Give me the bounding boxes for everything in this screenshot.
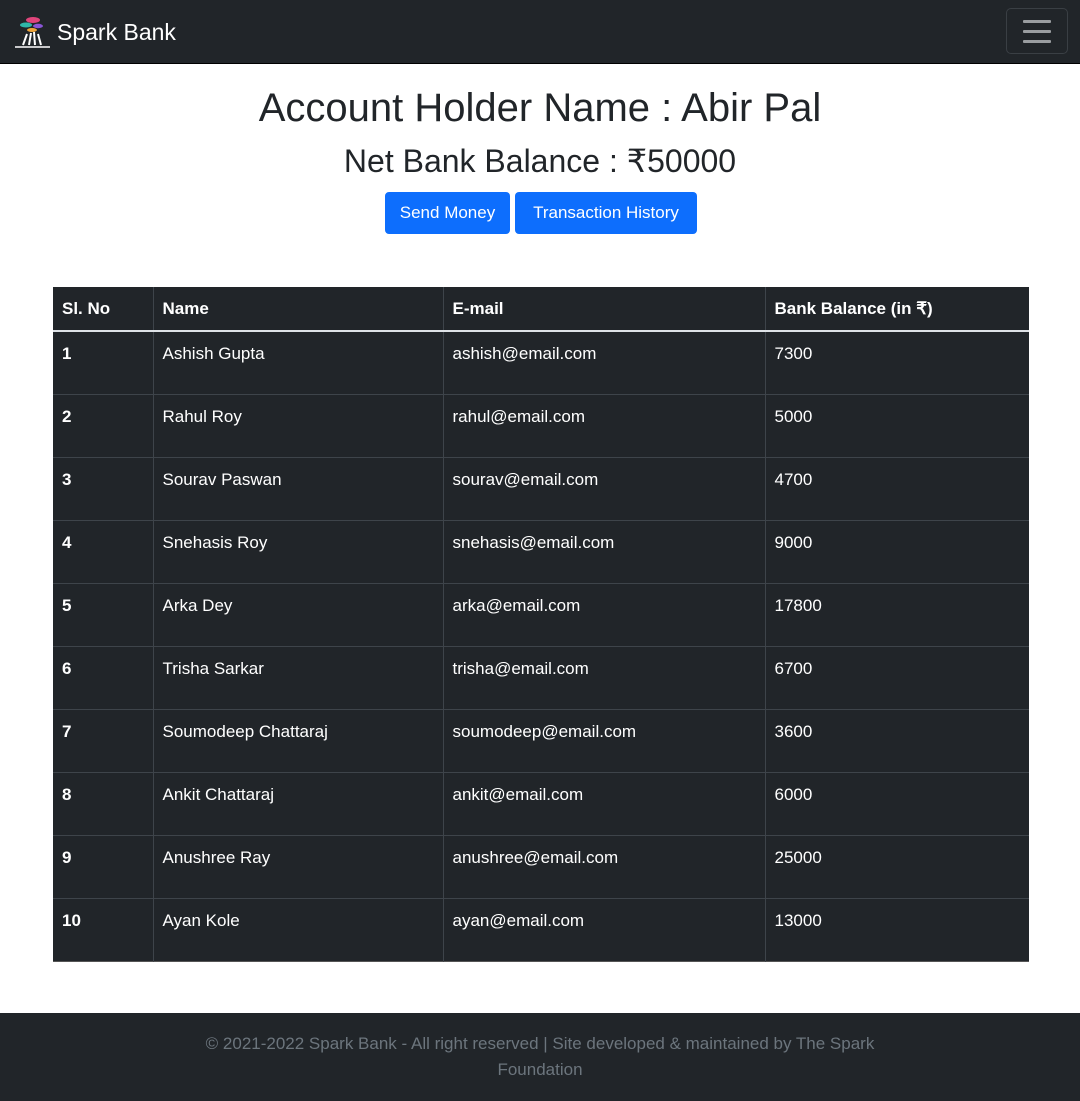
cell-name: Ankit Chattaraj bbox=[153, 772, 444, 835]
cell-email: trisha@email.com bbox=[443, 646, 766, 709]
cell-name: Trisha Sarkar bbox=[153, 646, 444, 709]
cell-email: snehasis@email.com bbox=[443, 520, 766, 583]
cell-sl-no: 5 bbox=[53, 583, 154, 646]
cell-email: ashish@email.com bbox=[443, 331, 766, 394]
cell-name: Snehasis Roy bbox=[153, 520, 444, 583]
cell-balance: 13000 bbox=[774, 910, 822, 930]
brand-name: Spark Bank bbox=[57, 18, 176, 45]
table-row[interactable]: 7 Soumodeep Chattaraj soumodeep@email.co… bbox=[53, 709, 1029, 772]
account-holder-title: Account Holder Name : Abir Pal bbox=[258, 86, 822, 130]
hamburger-menu-icon bbox=[1023, 39, 1051, 43]
table-row[interactable]: 2 Rahul Roy rahul@email.com 5000 bbox=[53, 394, 1029, 457]
table-row[interactable]: 10 Ayan Kole ayan@email.com 13000 bbox=[53, 898, 1029, 961]
net-balance: Net Bank Balance : ₹50000 bbox=[343, 143, 737, 179]
cell-balance: 6700 bbox=[774, 658, 813, 678]
brand-link[interactable]: Spark Bank bbox=[12, 14, 176, 50]
cell-balance: 9000 bbox=[774, 532, 813, 552]
table-row[interactable]: 1 Ashish Gupta ashish@email.com 7300 bbox=[53, 331, 1029, 394]
cell-email: rahul@email.com bbox=[443, 394, 766, 457]
cell-sl-no: 2 bbox=[53, 394, 154, 457]
cell-name: Sourav Paswan bbox=[153, 457, 444, 520]
cell-sl-no: 10 bbox=[53, 898, 154, 961]
cell-email: anushree@email.com bbox=[443, 835, 766, 898]
cell-sl-no: 9 bbox=[53, 835, 154, 898]
table-header-row: Sl. No Name E-mail Bank Balance (in ₹) bbox=[53, 287, 1029, 332]
cell-sl-no: 1 bbox=[53, 331, 154, 394]
cell-sl-no: 3 bbox=[53, 457, 154, 520]
cell-name: Ashish Gupta bbox=[153, 331, 444, 394]
navbar: Spark Bank bbox=[0, 0, 1080, 64]
column-header-sl-no: Sl. No bbox=[53, 287, 154, 332]
column-header-email: E-mail bbox=[443, 287, 766, 332]
hamburger-menu-icon bbox=[1023, 19, 1051, 23]
cell-balance: 5000 bbox=[774, 406, 813, 426]
table-row[interactable]: 8 Ankit Chattaraj ankit@email.com 6000 bbox=[53, 772, 1029, 835]
table-row[interactable]: 9 Anushree Ray anushree@email.com 25000 bbox=[53, 835, 1029, 898]
cell-balance: 25000 bbox=[774, 847, 822, 867]
table-row[interactable]: 4 Snehasis Roy snehasis@email.com 9000 bbox=[53, 520, 1029, 583]
send-money-button[interactable]: Send Money bbox=[385, 192, 510, 234]
bank-tree-logo-icon bbox=[15, 17, 50, 48]
cell-email: sourav@email.com bbox=[443, 457, 766, 520]
table-row[interactable]: 6 Trisha Sarkar trisha@email.com 6700 bbox=[53, 646, 1029, 709]
cell-name: Soumodeep Chattaraj bbox=[153, 709, 444, 772]
cell-email: ayan@email.com bbox=[443, 898, 766, 961]
transaction-history-button[interactable]: Transaction History bbox=[515, 192, 697, 234]
cell-balance: 3600 bbox=[774, 721, 813, 741]
cell-name: Rahul Roy bbox=[153, 394, 444, 457]
column-header-name: Name bbox=[153, 287, 444, 332]
cell-sl-no: 6 bbox=[53, 646, 154, 709]
cell-sl-no: 8 bbox=[53, 772, 154, 835]
footer-copyright: © 2021-2022 Spark Bank - All right reser… bbox=[205, 1034, 875, 1079]
cell-balance: 6000 bbox=[774, 784, 813, 804]
cell-sl-no: 7 bbox=[53, 709, 154, 772]
footer: © 2021-2022 Spark Bank - All right reser… bbox=[0, 1013, 1080, 1101]
navbar-toggler-button[interactable] bbox=[1006, 8, 1068, 54]
cell-email: soumodeep@email.com bbox=[443, 709, 766, 772]
cell-sl-no: 4 bbox=[53, 520, 154, 583]
table-row[interactable]: 3 Sourav Paswan sourav@email.com 4700 bbox=[53, 457, 1029, 520]
customers-table: Sl. No Name E-mail Bank Balance (in ₹) 1… bbox=[53, 287, 1029, 962]
cell-balance: 17800 bbox=[774, 595, 822, 615]
column-header-balance: Bank Balance (in ₹) bbox=[765, 287, 1029, 332]
hamburger-menu-icon bbox=[1023, 29, 1051, 33]
cell-name: Ayan Kole bbox=[153, 898, 444, 961]
cell-balance: 4700 bbox=[774, 469, 813, 489]
table-row[interactable]: 5 Arka Dey arka@email.com 17800 bbox=[53, 583, 1029, 646]
cell-email: arka@email.com bbox=[443, 583, 766, 646]
cell-balance: 7300 bbox=[774, 344, 813, 363]
cell-email: ankit@email.com bbox=[443, 772, 766, 835]
cell-name: Anushree Ray bbox=[153, 835, 444, 898]
cell-name: Arka Dey bbox=[153, 583, 444, 646]
